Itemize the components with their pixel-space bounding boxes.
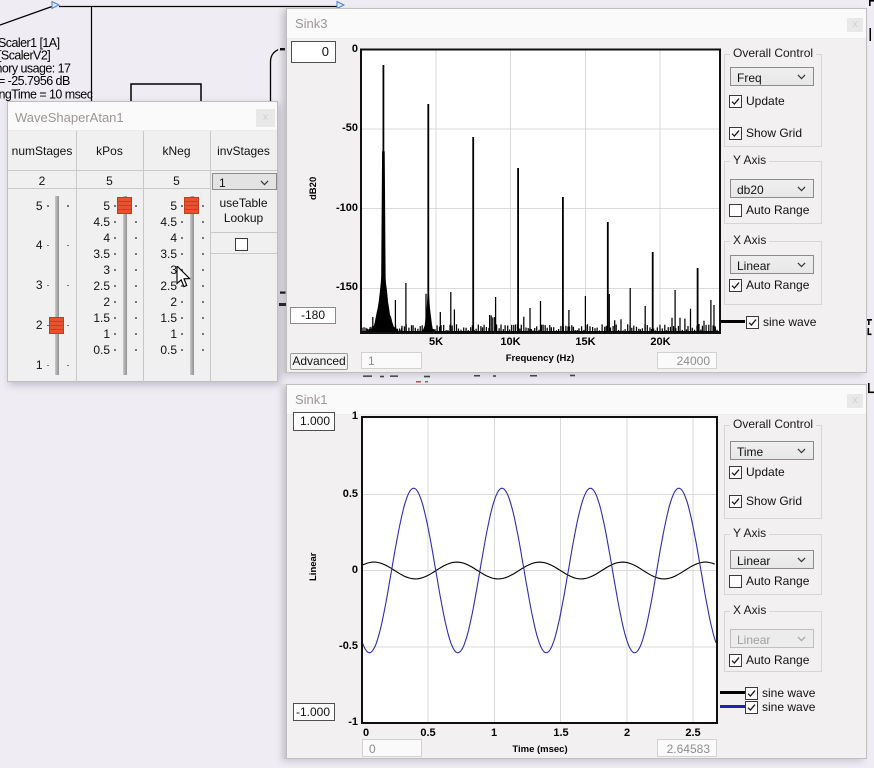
svg-text:ngTime = 10 msec: ngTime = 10 msec [0,88,93,102]
svg-text:= -25.7956 dB: = -25.7956 dB [0,74,70,88]
svg-text:[ScalerV2]: [ScalerV2] [0,49,50,63]
